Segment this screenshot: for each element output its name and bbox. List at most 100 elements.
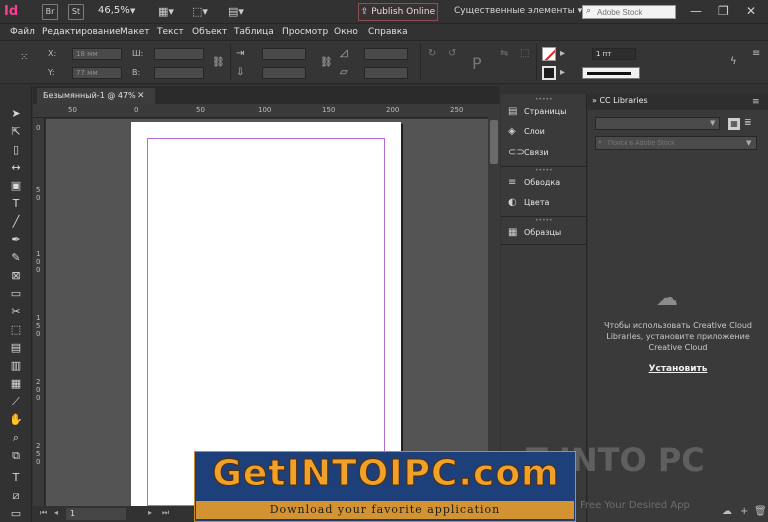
quick-apply-icon[interactable]: ϟ [730, 56, 737, 67]
menu-table[interactable]: Таблица [234, 27, 274, 37]
next-page-icon[interactable]: ▸ [148, 508, 152, 517]
control-panel-menu-icon[interactable]: ≡ [752, 48, 760, 59]
width-field[interactable] [154, 48, 204, 60]
gap-tool-icon[interactable]: ↔ [8, 160, 24, 176]
type-tool-icon[interactable]: T [8, 196, 24, 212]
publish-online-button[interactable]: ⇪ Publish Online [358, 3, 438, 21]
trash-icon[interactable]: 🗑 [754, 506, 767, 517]
panel-swatches[interactable]: ▦ Образцы [508, 225, 561, 241]
list-view-icon[interactable]: ≣ [744, 118, 752, 128]
page-number-field[interactable]: 1 [66, 508, 126, 520]
select-content-icon[interactable]: P [472, 54, 482, 73]
menu-file[interactable]: Файл [10, 27, 35, 37]
panel-grip-icon[interactable]: ••••• [535, 167, 553, 174]
free-transform-tool-icon[interactable]: ⬚ [8, 322, 24, 338]
bridge-button[interactable]: Br [42, 4, 58, 20]
note-tool-icon[interactable]: ▦ [8, 376, 24, 392]
panel-links[interactable]: ⊂⊃Связи [508, 145, 549, 161]
scale-x-field[interactable] [262, 48, 306, 60]
creative-cloud-icon: ☁ [656, 286, 678, 311]
stroke-menu-icon[interactable]: ▸ [560, 67, 565, 78]
library-dropdown[interactable] [595, 117, 720, 130]
watermark-banner-title: GetINTOIPC.com [212, 453, 560, 495]
rectangle-tool-icon[interactable]: ▭ [8, 286, 24, 302]
panel-grip-icon[interactable]: ••••• [535, 217, 553, 224]
stock-button[interactable]: St [68, 4, 84, 20]
apply-none-icon[interactable]: ⧄ [8, 488, 24, 504]
direct-selection-tool-icon[interactable]: ⇱ [8, 124, 24, 140]
vertical-scrollbar-thumb[interactable] [490, 120, 498, 164]
scissors-tool-icon[interactable]: ✂ [8, 304, 24, 320]
stroke-type-dropdown[interactable] [582, 67, 640, 79]
close-tab-icon[interactable]: ✕ [137, 88, 145, 104]
panel-pages[interactable]: ▤ Страницы [508, 104, 566, 120]
height-field[interactable] [154, 67, 204, 79]
rotation-field[interactable] [364, 48, 408, 60]
zoom-level[interactable]: 46,5% [98, 5, 130, 16]
screen-mode-tool-icon[interactable]: ▭ [8, 506, 24, 522]
stroke-weight-field[interactable]: 1 пт [592, 48, 636, 60]
last-page-icon[interactable]: ⏭ [162, 508, 169, 518]
eyedropper-tool-icon[interactable]: ⟋ [8, 394, 24, 410]
scale-y-field[interactable] [262, 67, 306, 79]
x-position-field[interactable]: 18 мм [72, 48, 122, 60]
rotate-ccw-icon[interactable]: ↺ [448, 48, 456, 59]
constrain-proportions-icon[interactable]: ⛓ [212, 57, 225, 68]
selection-tool-icon[interactable]: ➤ [8, 106, 24, 122]
add-element-icon[interactable]: + [740, 506, 748, 517]
maximize-icon[interactable]: ❐ [718, 4, 729, 18]
install-link[interactable]: Установить [598, 364, 758, 374]
menu-window[interactable]: Окно [334, 27, 358, 37]
reference-point-icon[interactable]: ⁙ [20, 52, 28, 63]
workspace-switcher[interactable]: Существенные элементы ▾ [454, 6, 582, 16]
panel-grip-icon[interactable]: ••••• [535, 96, 553, 103]
line-tool-icon[interactable]: ╱ [8, 214, 24, 230]
formatting-affects-text-icon[interactable]: T [8, 470, 24, 486]
menu-layout[interactable]: Макет [120, 27, 150, 37]
zoom-tool-icon[interactable]: ⌕ [8, 430, 24, 446]
menu-type[interactable]: Текст [157, 27, 184, 37]
stock-search-input[interactable] [595, 136, 757, 150]
previous-page-icon[interactable]: ◂ [54, 508, 58, 517]
shear-field[interactable] [364, 67, 408, 79]
flip-horizontal-icon[interactable]: ⇋ [500, 48, 508, 59]
rotate-cw-icon[interactable]: ↻ [428, 48, 436, 59]
zoom-dropdown-icon[interactable]: ▼ [130, 7, 135, 15]
vertical-scrollbar[interactable] [488, 104, 500, 506]
rectangle-frame-tool-icon[interactable]: ⊠ [8, 268, 24, 284]
y-position-field[interactable]: 77 мм [72, 67, 122, 79]
stroke-swatch[interactable] [542, 66, 556, 80]
hand-tool-icon[interactable]: ✋ [8, 412, 24, 428]
constrain-scale-icon[interactable]: ⛓ [320, 57, 333, 68]
chevron-down-icon[interactable]: ▼ [710, 119, 715, 127]
cc-libraries-tab[interactable]: » CC Libraries [592, 96, 648, 105]
fill-none-swatch[interactable] [542, 47, 556, 61]
panel-menu-icon[interactable]: ≡ [752, 97, 760, 107]
menu-view[interactable]: Просмотр [282, 27, 328, 37]
menu-object[interactable]: Объект [192, 27, 227, 37]
panel-color[interactable]: ◐ Цвета [508, 195, 549, 211]
menu-help[interactable]: Справка [368, 27, 408, 37]
creative-cloud-sync-icon[interactable]: ☁ [722, 506, 732, 517]
grid-view-icon[interactable]: ▦ [728, 118, 740, 130]
pencil-tool-icon[interactable]: ✎ [8, 250, 24, 266]
menu-edit[interactable]: Редактирование [42, 27, 121, 37]
chevron-down-icon[interactable]: ▼ [746, 139, 751, 147]
first-page-icon[interactable]: ⏮ [40, 508, 47, 518]
close-icon[interactable]: ✕ [746, 4, 756, 18]
view-options-icon[interactable]: ▦▾ [158, 5, 174, 19]
gradient-swatch-tool-icon[interactable]: ▤ [8, 340, 24, 356]
gradient-feather-tool-icon[interactable]: ▥ [8, 358, 24, 374]
screen-mode-icon[interactable]: ⬚▾ [192, 5, 208, 19]
select-container-icon[interactable]: ⬚ [520, 48, 529, 59]
adobe-stock-search-input[interactable] [582, 5, 676, 19]
fill-menu-icon[interactable]: ▸ [560, 48, 565, 59]
pen-tool-icon[interactable]: ✒ [8, 232, 24, 248]
arrange-documents-icon[interactable]: ▤▾ [228, 5, 244, 19]
panel-stroke[interactable]: ≡ Обводка [508, 175, 560, 191]
fill-stroke-swap-icon[interactable]: ⧉ [8, 448, 24, 464]
minimize-icon[interactable]: — [690, 4, 702, 18]
panel-layers[interactable]: ◈ Слои [508, 124, 545, 140]
content-collector-icon[interactable]: ▣ [8, 178, 24, 194]
page-tool-icon[interactable]: ▯ [8, 142, 24, 158]
